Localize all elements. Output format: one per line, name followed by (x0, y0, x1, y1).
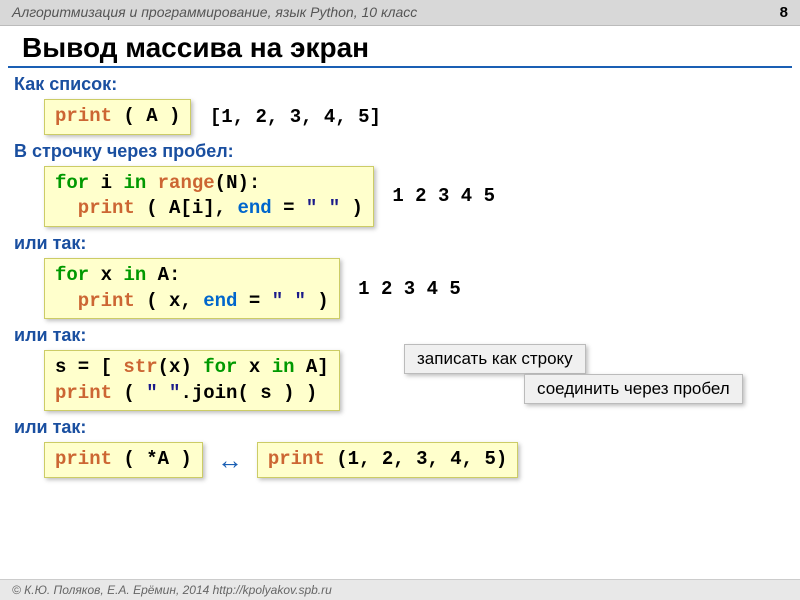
callout-as-string: записать как строку (404, 344, 586, 374)
output-3: 1 2 3 4 5 (358, 278, 461, 300)
breadcrumb: Алгоритмизация и программирование, язык … (12, 4, 417, 21)
label-as-list: Как список: (14, 74, 786, 95)
label-or-2: или так: (14, 325, 786, 346)
code-block-4: s = [ str(x) for x in A] print ( " ".joi… (44, 350, 340, 411)
code-block-6: print (1, 2, 3, 4, 5) (257, 442, 518, 478)
label-or-3: или так: (14, 417, 786, 438)
row-2: for i in range(N): print ( A[i], end = "… (44, 166, 786, 227)
code-block-3: for x in A: print ( x, end = " " ) (44, 258, 340, 319)
footer: © К.Ю. Поляков, Е.А. Ерёмин, 2014 http:/… (0, 579, 800, 600)
row-1: print ( A ) [1, 2, 3, 4, 5] (44, 99, 786, 135)
code-block-5: print ( *A ) (44, 442, 203, 478)
row-3: for x in A: print ( x, end = " " ) 1 2 3… (44, 258, 786, 319)
label-or-1: или так: (14, 233, 786, 254)
row-5: print ( *A ) ↔ print (1, 2, 3, 4, 5) (44, 442, 786, 478)
row-4: s = [ str(x) for x in A] print ( " ".joi… (44, 350, 786, 411)
callout-join-space: соединить через пробел (524, 374, 743, 404)
code-block-1: print ( A ) (44, 99, 191, 135)
slide-header: Алгоритмизация и программирование, язык … (0, 0, 800, 26)
content: Как список: print ( A ) [1, 2, 3, 4, 5] … (0, 74, 800, 478)
page-number: 8 (780, 4, 788, 21)
page-title: Вывод массива на экран (8, 26, 792, 68)
arrow-icon: ↔ (217, 445, 243, 476)
code-block-2: for i in range(N): print ( A[i], end = "… (44, 166, 374, 227)
output-1: [1, 2, 3, 4, 5] (210, 106, 381, 128)
label-as-line: В строчку через пробел: (14, 141, 786, 162)
output-2: 1 2 3 4 5 (392, 185, 495, 207)
